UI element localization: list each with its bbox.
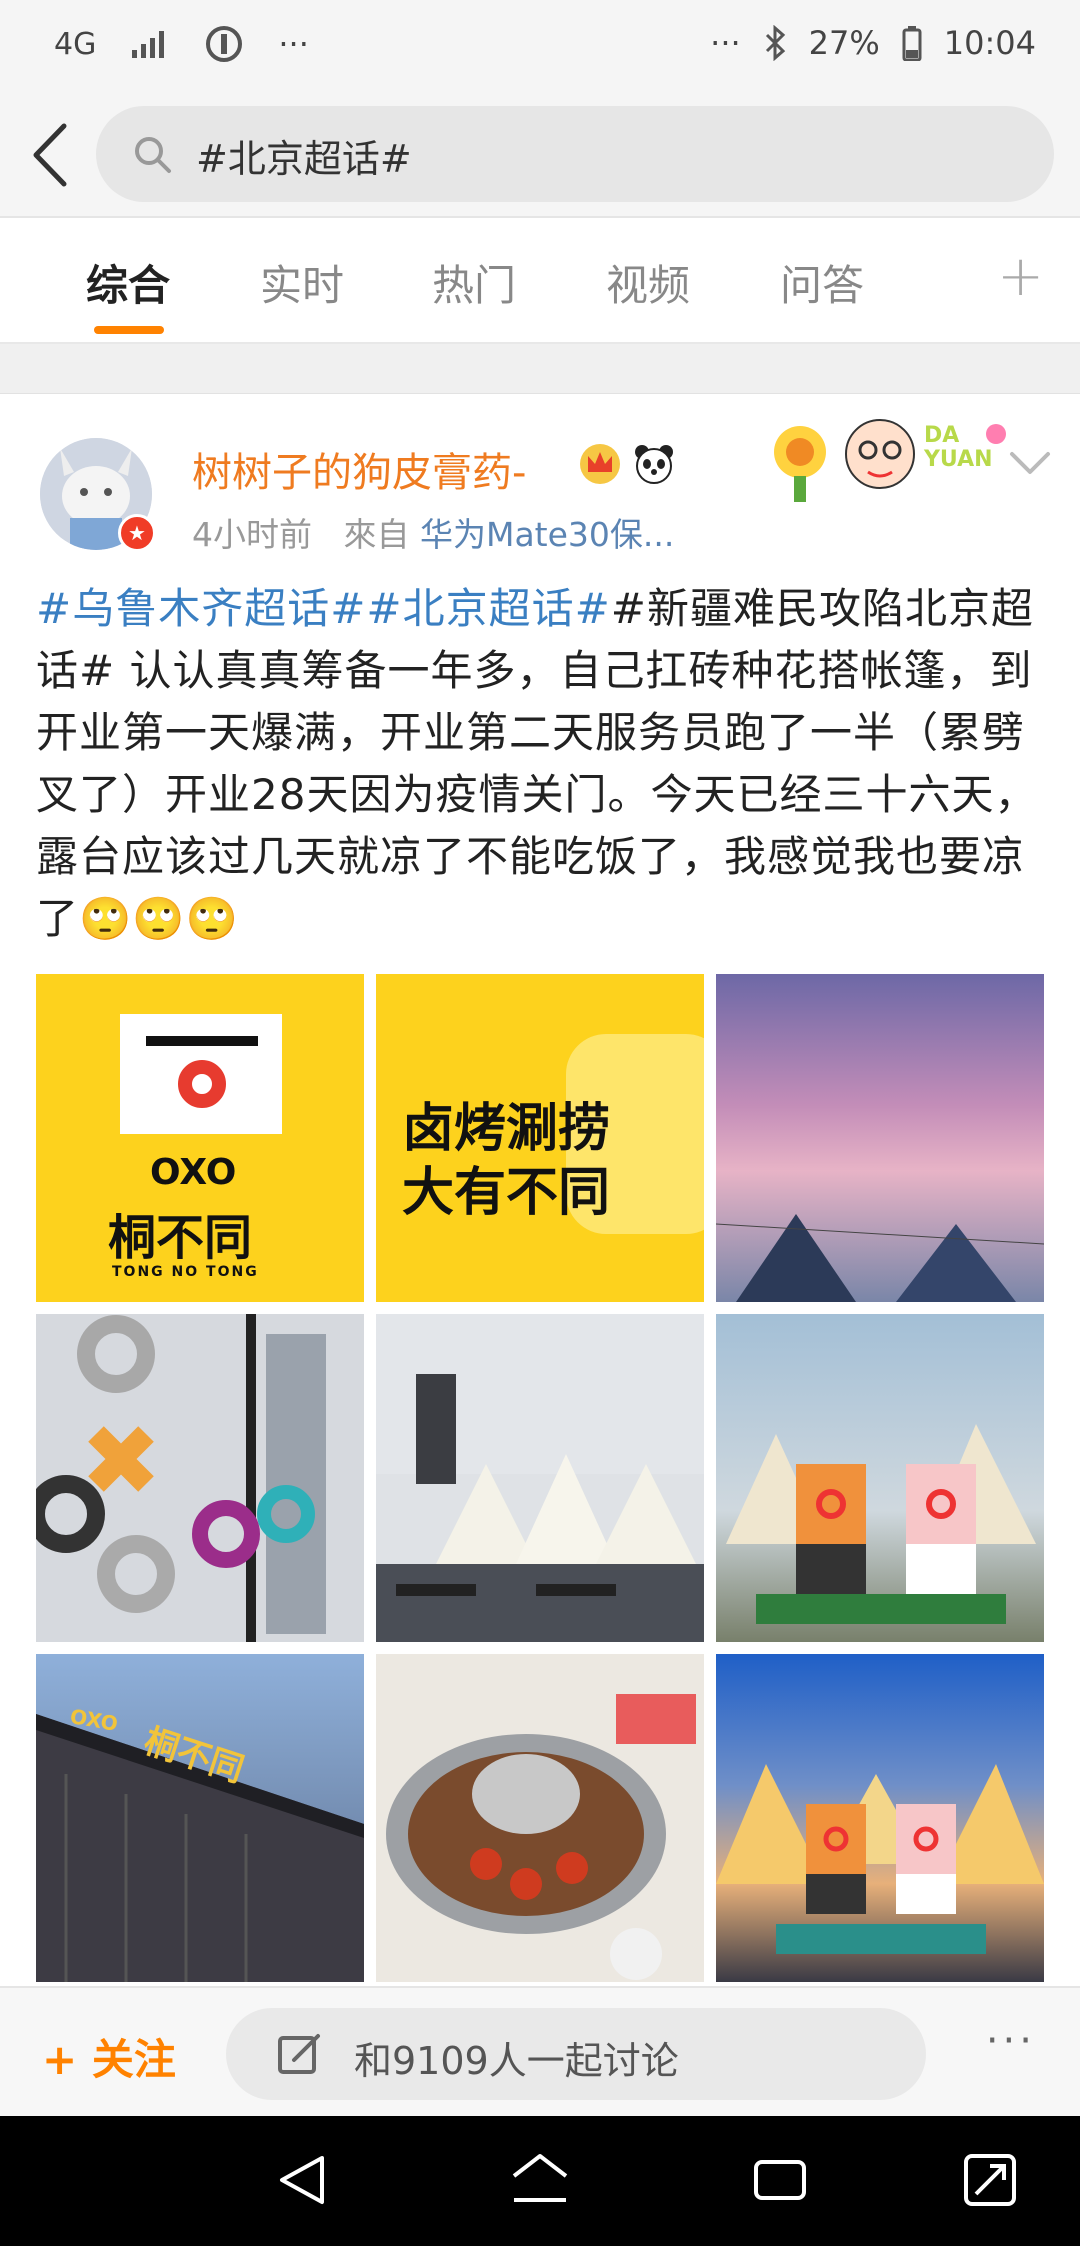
- tab-qa[interactable]: 问答: [780, 252, 864, 313]
- nav-back-icon[interactable]: [272, 2150, 332, 2210]
- post-image[interactable]: [716, 974, 1044, 1302]
- more-status: ···: [710, 24, 741, 62]
- discuss-input[interactable]: 和9109人一起讨论: [226, 2008, 926, 2100]
- nav-expand-icon[interactable]: [960, 2150, 1020, 2210]
- hashtag-link[interactable]: #乌鲁木齐超话#: [36, 584, 366, 633]
- post-time: 4小时前: [192, 515, 312, 554]
- emoji: 🙄🙄🙄: [79, 894, 239, 943]
- battery-icon: [902, 26, 922, 61]
- edit-icon: [278, 2034, 320, 2074]
- post-meta: 4小时前 來自 华为Mate30保...: [192, 508, 674, 556]
- search-header: #北京超话#: [0, 92, 1080, 218]
- discuss-label: 和9109人一起讨论: [354, 2039, 679, 2083]
- tab-realtime[interactable]: 实时: [260, 252, 344, 313]
- section-divider: [0, 344, 1080, 394]
- bluetooth-icon: [765, 25, 785, 61]
- hashtag-link[interactable]: #北京超话#: [366, 584, 610, 633]
- panda-icon: [635, 445, 673, 484]
- post-text: #乌鲁木齐超话##北京超话##新疆难民攻陷北京超话# 认认真真筹备一年多，自己扛…: [36, 578, 1046, 950]
- network-label: 4G: [54, 26, 97, 62]
- back-button[interactable]: [24, 120, 84, 190]
- app-notification-icon: [206, 26, 243, 62]
- post-image[interactable]: 卤烤涮捞 大有不同: [376, 974, 704, 1302]
- post-image[interactable]: [376, 1654, 704, 1982]
- nav-home-icon[interactable]: [508, 2150, 572, 2210]
- tab-hot[interactable]: 热门: [432, 252, 516, 313]
- source-prefix: 來自: [343, 515, 410, 554]
- deco-text: DA YUAN: [924, 423, 993, 472]
- more-notifications: ···: [278, 25, 309, 63]
- status-bar: 4G ··· ··· 27% 10:04: [0, 0, 1080, 92]
- follow-label: 关注: [91, 2035, 176, 2084]
- username[interactable]: 树树子的狗皮膏药-: [192, 440, 526, 498]
- tab-all[interactable]: 综合: [86, 252, 170, 313]
- add-tab-button[interactable]: +: [997, 244, 1044, 309]
- system-nav-bar: [0, 2116, 1080, 2246]
- signal-icon: [132, 31, 165, 58]
- battery-percent: 27%: [808, 24, 880, 62]
- brand-name: 桐不同: [108, 1210, 253, 1266]
- clock: 10:04: [943, 24, 1036, 62]
- post-image[interactable]: OXO 桐不同 TONG NO TONG: [36, 974, 364, 1302]
- nav-recents-icon[interactable]: [750, 2150, 810, 2210]
- user-badges: [578, 442, 676, 486]
- post-card: ★ 树树子的狗皮膏药- 4小时前 來自 华为Mate30保... DA YUAN…: [0, 394, 1080, 1986]
- back-arrow-icon: [33, 123, 67, 187]
- post-body: #新疆难民攻陷北京超话# 认认真真筹备一年多，自己扛砖种花搭帐篷，到开业第一天爆…: [36, 584, 1038, 943]
- follow-button[interactable]: + 关注: [42, 2026, 176, 2087]
- post-image[interactable]: [716, 1654, 1044, 1982]
- post-image[interactable]: OXO 桐不同: [36, 1654, 364, 1982]
- crown-badge-icon: [580, 444, 620, 484]
- post-image[interactable]: [376, 1314, 704, 1642]
- search-query: #北京超话#: [196, 137, 412, 181]
- slogan-line-2: 大有不同: [402, 1163, 611, 1223]
- logo-mark: OXO: [150, 1152, 237, 1193]
- bottom-action-bar: + 关注 和9109人一起讨论 ···: [0, 1986, 1080, 2116]
- tab-bar: 综合 实时 热门 视频 问答 +: [0, 218, 1080, 344]
- search-icon: [135, 137, 171, 173]
- verified-badge-icon: ★: [118, 514, 156, 552]
- search-input[interactable]: #北京超话#: [96, 106, 1054, 202]
- chevron-down-icon[interactable]: [1008, 448, 1052, 478]
- plus-icon: +: [42, 2035, 78, 2084]
- tab-video[interactable]: 视频: [606, 252, 690, 313]
- brand-subtitle: TONG NO TONG: [112, 1264, 259, 1280]
- more-options-button[interactable]: ···: [986, 2018, 1036, 2064]
- device-link[interactable]: 华为Mate30保...: [420, 515, 674, 554]
- card-decoration: DA YUAN: [762, 404, 1012, 504]
- post-image[interactable]: [716, 1314, 1044, 1642]
- active-tab-indicator: [94, 326, 164, 334]
- post-image[interactable]: [36, 1314, 364, 1642]
